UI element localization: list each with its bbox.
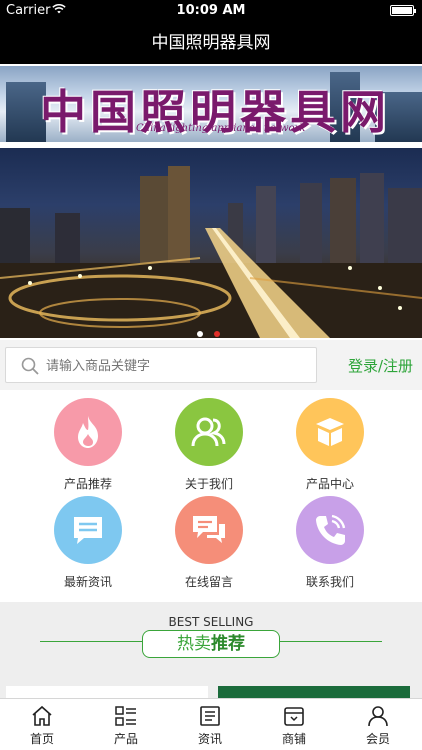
city-night-image [0,166,422,338]
grid-label: 在线留言 [184,575,233,589]
hero-carousel[interactable] [0,148,422,338]
site-logo-subtitle: China lighting appliance network [136,123,306,134]
grid-item-product-recommend[interactable]: 产品推荐 [33,398,143,492]
users-icon [175,398,243,466]
tab-member[interactable]: 会员 [336,705,420,747]
clock: 10:09 AM [176,3,246,18]
feature-grid: 产品推荐 关于我们 产品中心 最新资讯 在线留言 联系我们 [0,390,422,602]
flame-icon [54,398,122,466]
login-register-link[interactable]: 登录/注册 [348,355,413,376]
message-icon [54,496,122,564]
hot-recommend-title: 热卖推荐 [142,630,280,658]
grid-item-online-message[interactable]: 在线留言 [154,496,264,590]
news-icon [200,706,220,726]
carousel-indicator[interactable] [197,322,226,341]
divider [280,641,382,642]
tab-label: 产品 [113,732,138,746]
carousel-dot[interactable] [197,331,203,337]
grid-label: 联系我们 [305,575,354,589]
hot-label: 热卖 [177,634,211,654]
tab-label: 会员 [365,732,390,746]
recommend-label: 推荐 [211,634,245,654]
tab-shop[interactable]: 商铺 [252,705,336,747]
grid-label: 产品中心 [305,477,354,491]
grid-list-icon [115,706,136,726]
product-card[interactable] [218,686,410,698]
product-list [0,672,422,698]
chat-icon [175,496,243,564]
search-box[interactable] [5,347,317,383]
phone-icon [296,496,364,564]
tab-home[interactable]: 首页 [0,705,84,747]
box-icon [296,398,364,466]
tab-label: 资讯 [197,732,222,746]
user-icon [368,706,388,727]
shop-icon [284,707,304,726]
tab-bar: 首页 产品 资讯 商铺 会员 [0,698,422,750]
grid-label: 最新资讯 [63,575,112,589]
status-bar: Carrier 10:09 AM [0,0,422,22]
nav-title: 中国照明器具网 [0,22,422,64]
search-input[interactable] [46,356,296,376]
logo-banner[interactable]: 中国照明器具网 China lighting appliance network [0,66,422,142]
product-card[interactable] [6,686,208,698]
divider [40,641,142,642]
tab-label: 首页 [29,732,54,746]
search-row: 登录/注册 [0,340,422,390]
search-icon [21,357,39,375]
grid-label: 产品推荐 [63,477,112,491]
grid-item-contact-us[interactable]: 联系我们 [275,496,385,590]
tab-label: 商铺 [281,732,306,746]
carousel-dot-active[interactable] [214,331,221,337]
tab-products[interactable]: 产品 [84,705,168,747]
tab-news[interactable]: 资讯 [168,705,252,747]
grid-item-latest-news[interactable]: 最新资讯 [33,496,143,590]
battery-icon [390,5,416,16]
grid-item-about-us[interactable]: 关于我们 [154,398,264,492]
best-selling-heading: BEST SELLING [168,615,254,629]
grid-item-product-center[interactable]: 产品中心 [275,398,385,492]
grid-label: 关于我们 [184,477,233,491]
home-icon [32,705,52,726]
